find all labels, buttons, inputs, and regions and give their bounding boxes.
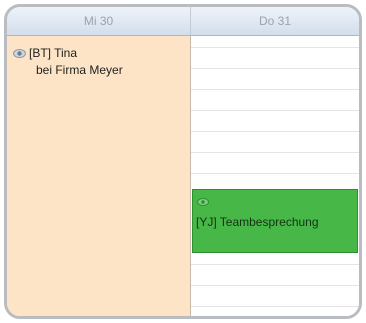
day-header-mi-30[interactable]: Mi 30	[7, 7, 191, 35]
event-tina[interactable]: [BT] Tina bei Firma Meyer	[13, 45, 183, 79]
hour-gridline	[191, 110, 359, 111]
day-column-mi-30[interactable]: [BT] Tina bei Firma Meyer	[7, 36, 191, 316]
event-tina-title: [BT] Tina	[29, 46, 78, 60]
hour-gridline	[191, 47, 359, 48]
hour-gridline	[191, 152, 359, 153]
hour-gridline	[191, 306, 359, 307]
event-teambesprechung[interactable]: [YJ] Teambesprechung	[192, 189, 358, 253]
day-header-row: Mi 30 Do 31	[7, 7, 359, 36]
hour-gridline	[191, 131, 359, 132]
hour-gridline	[191, 173, 359, 174]
hour-gridline	[191, 89, 359, 90]
calendar-frame: Mi 30 Do 31 [BT] Tina bei Firma Meyer [Y…	[4, 4, 362, 319]
hour-gridline	[191, 285, 359, 286]
event-tina-detail: bei Firma Meyer	[36, 63, 123, 77]
hour-gridline	[191, 68, 359, 69]
eye-icon	[197, 198, 209, 206]
hour-gridline	[191, 264, 359, 265]
event-teambesprechung-title: [YJ] Teambesprechung	[196, 215, 319, 229]
eye-icon	[13, 49, 26, 58]
day-column-do-31[interactable]: [YJ] Teambesprechung	[191, 36, 359, 316]
day-header-do-31[interactable]: Do 31	[191, 7, 359, 35]
